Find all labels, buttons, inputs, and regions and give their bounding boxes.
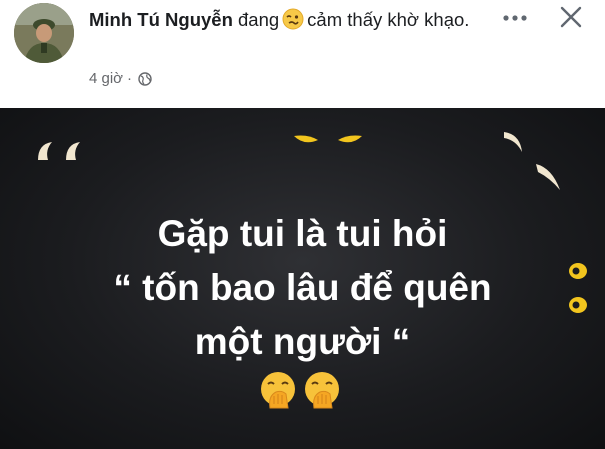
globe-icon[interactable] xyxy=(138,71,152,86)
eyes-right-top-icon xyxy=(504,132,560,190)
meta-separator: · xyxy=(127,70,133,87)
author-avatar[interactable] xyxy=(14,3,74,63)
post-title: Minh Tú Nguyễn đang cảm thấy khờ khạo. xyxy=(89,6,499,34)
woozy-face-icon xyxy=(282,8,304,30)
post-image[interactable]: Gặp tui là tui hỏi “ tốn bao lâu để quên… xyxy=(0,108,605,449)
hand-over-mouth-emoji-icon xyxy=(305,372,339,409)
post-meta: 4 giờ · xyxy=(89,70,152,87)
post-time[interactable]: 4 giờ xyxy=(89,70,123,87)
eyes-left-icon xyxy=(38,142,80,160)
author-name[interactable]: Minh Tú Nguyễn xyxy=(89,9,233,30)
close-icon[interactable] xyxy=(556,2,586,32)
feeling-prefix: đang xyxy=(238,9,280,30)
post-header: Minh Tú Nguyễn đang cảm thấy khờ khạo. 4 … xyxy=(0,0,605,108)
more-options-icon[interactable] xyxy=(498,6,532,30)
image-text-line-1: Gặp tui là tui hỏi xyxy=(157,213,448,254)
feeling-text: cảm thấy khờ khạo. xyxy=(307,9,470,30)
hand-over-mouth-emoji-icon xyxy=(261,372,295,409)
image-text-line-3: một người “ xyxy=(194,321,411,362)
image-text-line-2: “ tốn bao lâu để quên xyxy=(113,267,492,308)
eyes-top-icon xyxy=(294,135,362,143)
emoji-row xyxy=(258,370,342,410)
